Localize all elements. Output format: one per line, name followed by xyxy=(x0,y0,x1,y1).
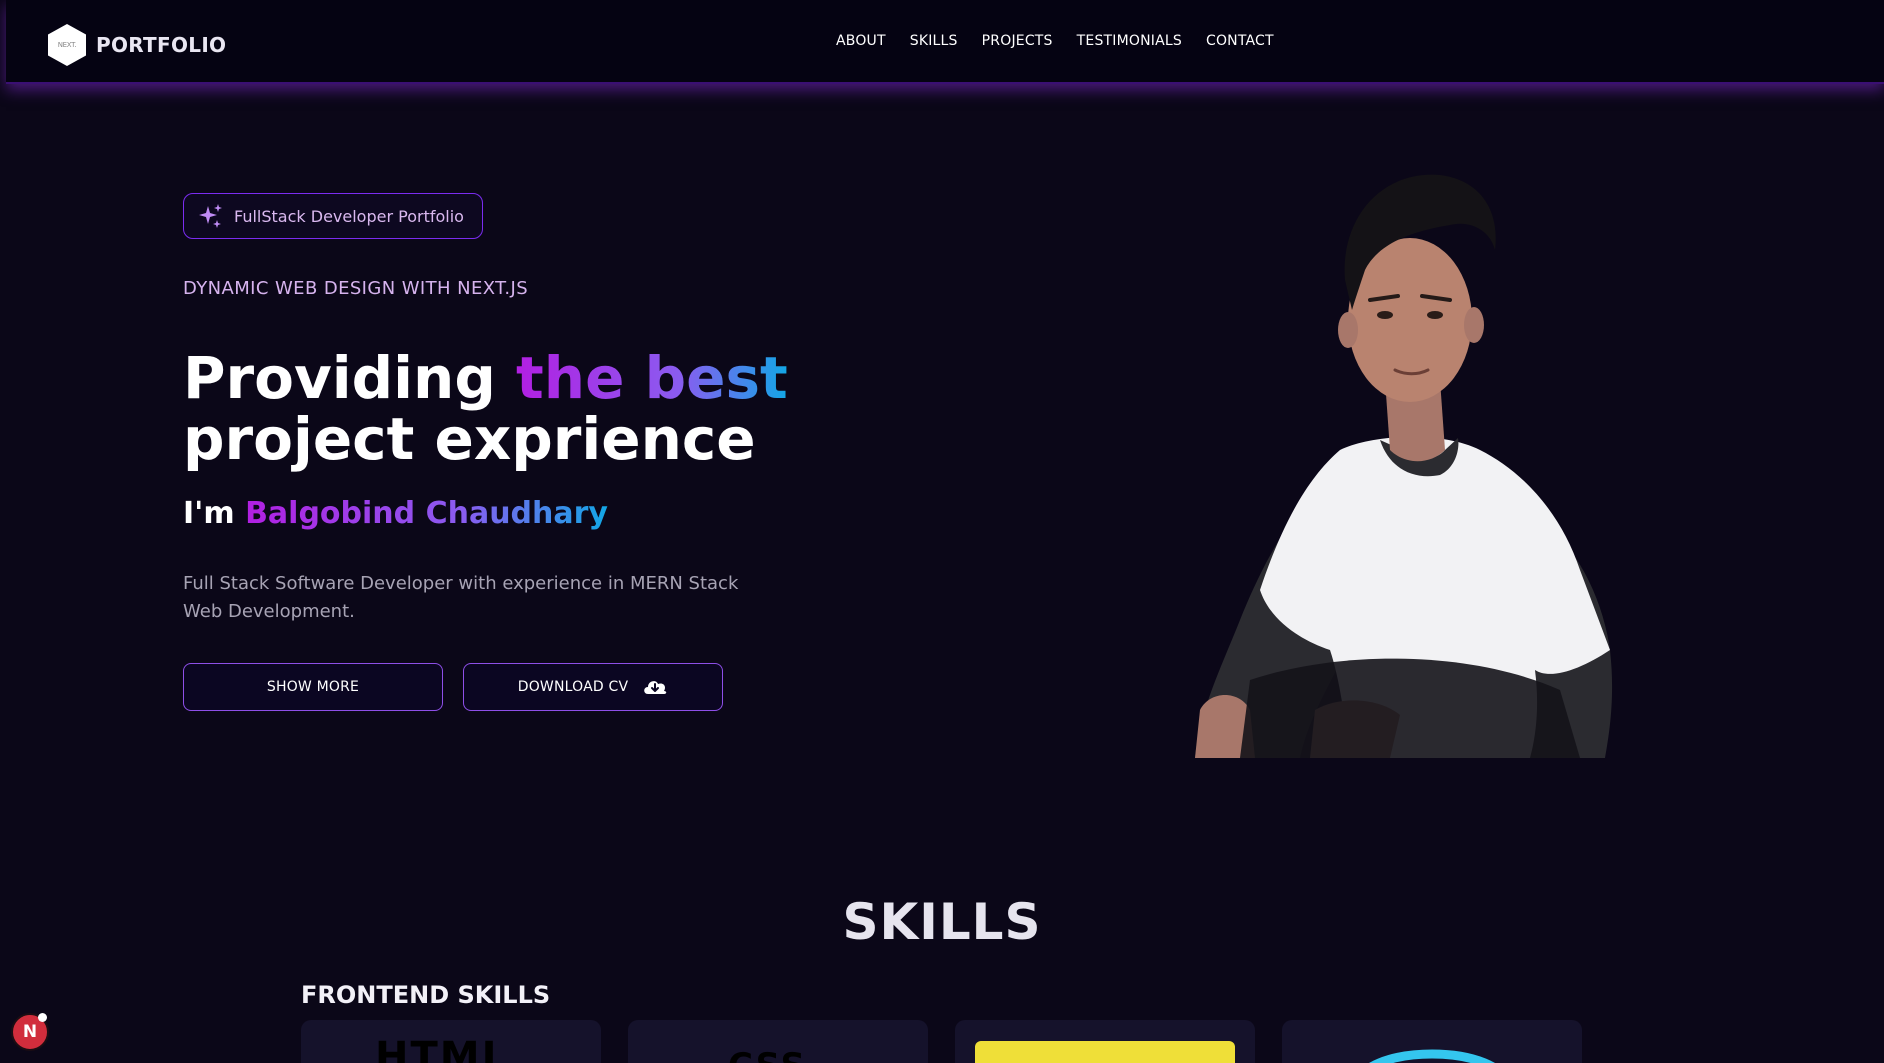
badge-text: FullStack Developer Portfolio xyxy=(234,206,464,226)
title-highlight: the best xyxy=(516,344,788,412)
react-atom-icon xyxy=(1368,1049,1496,1063)
hero-badge: FullStack Developer Portfolio xyxy=(183,193,483,239)
hero-description: Full Stack Software Developer with exper… xyxy=(183,573,739,622)
nav-link-contact[interactable]: CONTACT xyxy=(1206,33,1274,49)
download-cv-button[interactable]: DOWNLOAD CV xyxy=(463,663,723,711)
nav-link-skills[interactable]: SKILLS xyxy=(910,33,958,49)
skill-card-html[interactable]: HTML xyxy=(301,1020,601,1063)
nav-link-testimonials[interactable]: TESTIMONIALS xyxy=(1077,33,1182,49)
navbar: NEXT. PORTFOLIO ABOUT SKILLS PROJECTS TE… xyxy=(6,0,1884,84)
nav-link-about[interactable]: ABOUT xyxy=(836,33,886,49)
sparkles-icon xyxy=(199,204,222,228)
title-part2: project exprience xyxy=(183,405,756,473)
name-prefix: I'm xyxy=(183,496,246,531)
brand-name: PORTFOLIO xyxy=(96,33,227,57)
nav-link-projects[interactable]: PROJECTS xyxy=(982,33,1053,49)
developer-portrait xyxy=(1195,174,1613,758)
cloud-download-icon xyxy=(644,681,667,694)
nav-links: ABOUT SKILLS PROJECTS TESTIMONIALS CONTA… xyxy=(836,33,1274,49)
title-part1: Providing xyxy=(183,344,517,412)
skill-card-css[interactable]: CSS xyxy=(628,1020,928,1063)
hero-name: I'm Balgobind Chaudhary xyxy=(183,496,608,531)
hero-title: Providing the best project exprience xyxy=(183,348,788,470)
html-logo: HTML xyxy=(375,1034,510,1063)
show-more-button[interactable]: SHOW MORE xyxy=(183,663,443,711)
skill-card-react[interactable] xyxy=(1282,1020,1582,1063)
frontend-skills-heading: FRONTEND SKILLS xyxy=(301,981,551,1009)
developer-name: Balgobind Chaudhary xyxy=(245,496,608,531)
brand[interactable]: NEXT. PORTFOLIO xyxy=(48,24,226,66)
show-more-label: SHOW MORE xyxy=(266,679,360,695)
javascript-logo xyxy=(975,1041,1235,1063)
download-cv-label: DOWNLOAD CV xyxy=(517,679,629,695)
dev-badge-letter: N xyxy=(22,1022,38,1042)
skills-heading: SKILLS xyxy=(842,893,1042,951)
skill-card-javascript[interactable] xyxy=(955,1020,1255,1063)
logo-text: NEXT. xyxy=(57,41,77,49)
hexagon-logo-icon: NEXT. xyxy=(48,24,86,66)
portfolio-page: NEXT. PORTFOLIO ABOUT SKILLS PROJECTS TE… xyxy=(0,0,1884,1063)
css-logo: CSS xyxy=(728,1046,807,1063)
hero-subtitle: DYNAMIC WEB DESIGN WITH NEXT.JS xyxy=(183,278,529,299)
dev-badge-dot xyxy=(38,1013,47,1022)
